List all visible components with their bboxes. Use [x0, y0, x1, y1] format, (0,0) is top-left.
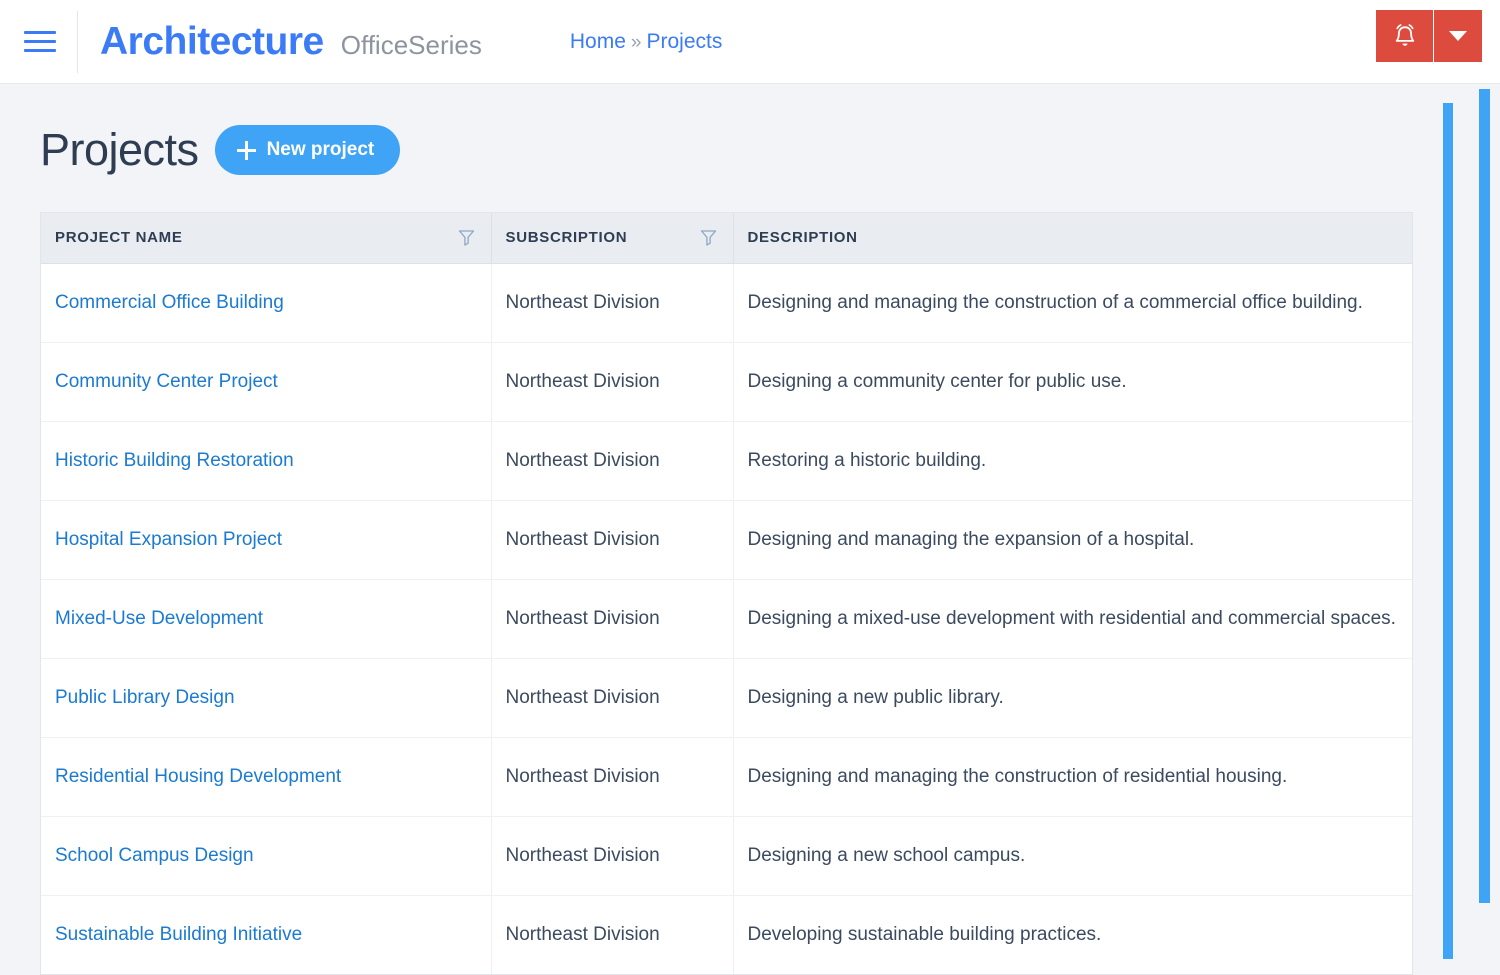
hamburger-line — [24, 49, 56, 52]
column-label-project-name: PROJECT NAME — [55, 229, 183, 247]
projects-table-container: PROJECT NAME SUBSCRIPTION DESCRIPTION Co… — [40, 212, 1413, 975]
top-navigation-bar: Architecture OfficeSeries Home » Project… — [0, 0, 1500, 84]
column-label-subscription: SUBSCRIPTION — [505, 229, 628, 247]
project-link[interactable]: Commercial Office Building — [55, 292, 284, 313]
cell-description: Designing and managing the expansion of … — [733, 500, 1412, 580]
page-vertical-scrollbar[interactable] — [1479, 89, 1490, 903]
cell-subscription: Northeast Division — [491, 421, 734, 501]
column-header-description[interactable]: DESCRIPTION — [733, 213, 1412, 264]
cell-subscription: Northeast Division — [491, 816, 734, 896]
cell-project-name: Commercial Office Building — [41, 263, 492, 343]
breadcrumb: Home » Projects — [570, 30, 722, 54]
table-row: Commercial Office Building Northeast Divi… — [41, 263, 1412, 343]
cell-project-name: Sustainable Building Initiative — [41, 895, 492, 974]
project-link[interactable]: School Campus Design — [55, 845, 254, 866]
filter-funnel-icon[interactable] — [458, 229, 475, 246]
page-header: Projects New project — [0, 84, 1500, 176]
hamburger-line — [24, 31, 56, 34]
project-link[interactable]: Hospital Expansion Project — [55, 529, 282, 550]
project-link[interactable]: Historic Building Restoration — [55, 450, 294, 471]
filter-funnel-icon[interactable] — [700, 229, 717, 246]
table-row: Hospital Expansion Project Northeast Divi… — [41, 500, 1412, 580]
caret-down-icon — [1449, 31, 1467, 41]
brand-suffix: OfficeSeries — [340, 29, 482, 60]
table-row: Historic Building Restoration Northeast D… — [41, 421, 1412, 501]
column-header-project-name[interactable]: PROJECT NAME — [41, 213, 492, 264]
cell-description: Designing and managing the construction … — [733, 263, 1412, 343]
cell-description: Designing a mixed-use development with r… — [733, 579, 1412, 659]
plus-icon — [236, 140, 256, 160]
brand-logo: Architecture OfficeSeries — [100, 20, 482, 64]
projects-table-body: Commercial Office Building Northeast Divi… — [41, 263, 1412, 974]
cell-project-name: Hospital Expansion Project — [41, 500, 492, 580]
cell-description: Designing and managing the construction … — [733, 737, 1412, 817]
cell-subscription: Northeast Division — [491, 579, 734, 659]
header-divider — [77, 10, 78, 73]
table-row: Residential Housing Development Northeast… — [41, 737, 1412, 817]
table-row: Public Library Design Northeast Division D… — [41, 658, 1412, 738]
new-project-button-label: New project — [266, 139, 375, 160]
project-link[interactable]: Residential Housing Development — [55, 766, 341, 787]
cell-description: Developing sustainable building practice… — [747, 923, 1102, 945]
cell-description: Designing a new public library. — [733, 658, 1412, 738]
cell-subscription: Northeast Division — [491, 737, 734, 817]
cell-subscription: Northeast Division — [491, 342, 734, 422]
cell-subscription: Northeast Division — [491, 263, 734, 343]
header-dropdown-button[interactable] — [1434, 10, 1482, 62]
project-link[interactable]: Public Library Design — [55, 687, 235, 708]
project-link[interactable]: Sustainable Building Initiative — [55, 924, 302, 945]
table-row: Community Center Project Northeast Divisi… — [41, 342, 1412, 422]
project-link[interactable]: Community Center Project — [55, 371, 278, 392]
cell-description: Designing a community center for public … — [733, 342, 1412, 422]
breadcrumb-separator-icon: » — [630, 31, 642, 53]
table-header-row: PROJECT NAME SUBSCRIPTION DESCRIPTION — [41, 213, 1412, 264]
brand-name[interactable]: Architecture — [100, 20, 324, 64]
cell-description: Restoring a historic building. — [733, 421, 1412, 501]
cell-subscription: Northeast Division — [491, 658, 734, 738]
cell-project-name: Mixed-Use Development — [41, 579, 492, 659]
cell-project-name: Public Library Design — [41, 658, 492, 738]
cell-project-name: Residential Housing Development — [41, 737, 492, 817]
projects-table: PROJECT NAME SUBSCRIPTION DESCRIPTION Co… — [41, 213, 1412, 974]
cell-project-name: School Campus Design — [41, 816, 492, 896]
new-project-button[interactable]: New project — [214, 125, 401, 175]
hamburger-line — [24, 40, 56, 43]
cell-subscription: Northeast Division — [491, 895, 734, 974]
bell-icon — [1395, 24, 1414, 46]
projects-table-head: PROJECT NAME SUBSCRIPTION DESCRIPTION — [41, 213, 1412, 264]
table-row: School Campus Design Northeast Division De… — [41, 816, 1412, 896]
cell-project-name: Community Center Project — [41, 342, 492, 422]
table-row: Mixed-Use Development Northeast Division D… — [41, 579, 1412, 659]
header-actions — [1376, 10, 1482, 62]
hamburger-menu-icon[interactable] — [18, 0, 62, 84]
page-content: Projects New project PROJECT NAME SUBSCR… — [0, 84, 1500, 975]
cell-description: Designing a new school campus. — [733, 816, 1412, 896]
breadcrumb-link-home[interactable]: Home — [570, 30, 626, 54]
cell-subscription: Northeast Division — [491, 500, 734, 580]
column-label-description: DESCRIPTION — [747, 229, 858, 247]
page-title: Projects — [40, 124, 199, 175]
notifications-button[interactable] — [1376, 10, 1434, 62]
table-row: Sustainable Building Initiative Northeast… — [41, 895, 1412, 974]
cell-project-name: Historic Building Restoration — [41, 421, 492, 501]
column-header-subscription[interactable]: SUBSCRIPTION — [491, 213, 734, 264]
breadcrumb-link-projects[interactable]: Projects — [646, 30, 722, 54]
project-link[interactable]: Mixed-Use Development — [55, 608, 263, 629]
inner-vertical-scrollbar[interactable] — [1443, 103, 1453, 959]
